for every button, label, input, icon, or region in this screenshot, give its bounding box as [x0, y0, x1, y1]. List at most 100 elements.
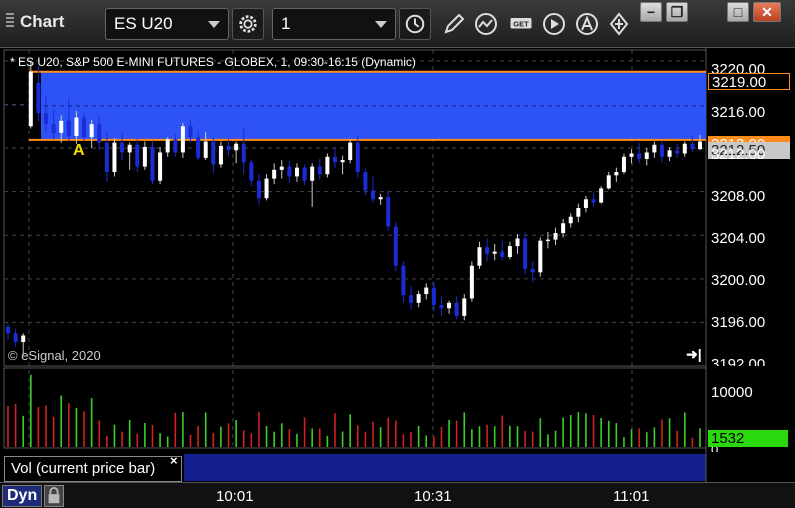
- candle-body: [66, 120, 71, 137]
- candle-body: [591, 199, 596, 203]
- candle-body: [409, 295, 414, 303]
- candle-body: [401, 265, 406, 296]
- candle-body: [644, 152, 649, 159]
- candle-body: [310, 166, 315, 181]
- candle-body: [545, 239, 550, 242]
- window-maximize-button[interactable]: □: [727, 2, 749, 22]
- interval-combo[interactable]: 1: [272, 8, 396, 40]
- alert-marker[interactable]: A: [73, 142, 85, 160]
- candle-body: [89, 124, 94, 138]
- candle-body: [82, 117, 87, 138]
- alert-icon: [576, 13, 598, 35]
- candle-body: [203, 141, 208, 158]
- price-axis-label: 3204.00: [711, 230, 766, 247]
- candle-body: [682, 143, 687, 154]
- window-restore-button[interactable]: ❐: [666, 2, 688, 22]
- candle-body: [211, 141, 216, 165]
- candle-body: [13, 333, 18, 343]
- chart-canvas[interactable]: [0, 48, 795, 482]
- candle-body: [553, 233, 558, 240]
- symbol-combo[interactable]: ES U20: [105, 8, 229, 40]
- gear-icon: [239, 15, 257, 33]
- candle-body: [21, 335, 26, 343]
- window-menu-icon: −: [646, 4, 656, 20]
- candle-body: [325, 156, 330, 175]
- candle-body: [629, 153, 634, 157]
- candle-body: [606, 175, 611, 189]
- candle-body: [583, 199, 588, 208]
- candle-body: [469, 265, 474, 299]
- candle-body: [294, 167, 299, 177]
- candle-body: [637, 153, 642, 159]
- price-axis-label: 3200.00: [711, 272, 766, 289]
- candle-body: [431, 287, 436, 305]
- time-axis-label: 11:01: [613, 488, 650, 505]
- candle-body: [302, 167, 307, 181]
- candle-body: [264, 178, 269, 199]
- window-menu-button[interactable]: −: [640, 2, 662, 22]
- pencil-icon: [444, 13, 465, 34]
- link-button[interactable]: [605, 10, 633, 38]
- candle-body: [234, 143, 239, 151]
- scroll-to-end-icon[interactable]: ➜|: [686, 346, 702, 363]
- study-menu-button[interactable]: [472, 10, 500, 38]
- app-title: Chart: [6, 12, 64, 32]
- candle-body: [287, 166, 292, 177]
- play-icon: [543, 13, 565, 35]
- candle-body: [568, 216, 573, 224]
- upper-level-tag: 3219.00: [708, 73, 790, 91]
- candle-body: [142, 146, 147, 167]
- candle-body: [150, 146, 155, 181]
- candle-body: [538, 240, 543, 273]
- dynamic-mode-button[interactable]: Dyn: [2, 485, 43, 507]
- candle-body: [272, 169, 277, 179]
- price-axis-label: 3208.00: [711, 188, 766, 205]
- grip-icon[interactable]: [6, 13, 14, 29]
- get-data-button[interactable]: GET: [505, 10, 537, 38]
- candle-body: [279, 166, 284, 170]
- price-axis-label: 3196.00: [711, 314, 766, 331]
- copyright-text: © eSignal, 2020: [8, 348, 101, 363]
- volume-tag: 1532: [708, 430, 788, 447]
- candle-body: [59, 120, 64, 133]
- candle-body: [226, 145, 231, 151]
- candle-body: [256, 180, 261, 199]
- candle-body: [363, 172, 368, 191]
- volume-axis-label: 10000: [711, 384, 753, 401]
- candle-body: [659, 144, 664, 157]
- candle-body: [698, 141, 702, 150]
- candle-body: [439, 304, 444, 309]
- candle-body: [332, 156, 337, 163]
- time-axis-label: 10:01: [216, 488, 254, 505]
- play-button[interactable]: [540, 10, 568, 38]
- candle-body: [621, 156, 626, 173]
- lock-icon[interactable]: [44, 485, 64, 507]
- draw-tool-button[interactable]: [440, 10, 468, 38]
- candle-body: [561, 223, 566, 234]
- study-chart-icon: [475, 13, 497, 35]
- alert-button[interactable]: [573, 10, 601, 38]
- candle-body: [173, 139, 178, 153]
- candle-body: [416, 294, 421, 303]
- candle-body: [355, 142, 360, 173]
- candle-body: [690, 143, 695, 150]
- candle-body: [127, 144, 132, 153]
- candle-body: [249, 162, 254, 181]
- candle-body: [120, 142, 125, 153]
- symbol-settings-button[interactable]: [232, 8, 264, 40]
- window-close-button[interactable]: ✕: [753, 2, 781, 22]
- close-icon[interactable]: ×: [170, 453, 178, 468]
- candle-body: [165, 139, 170, 153]
- maximize-icon: □: [733, 4, 743, 20]
- candle-body: [241, 143, 246, 163]
- interval-clock-button[interactable]: [399, 8, 431, 40]
- candle-body: [44, 113, 49, 125]
- volume-pane-footer: [184, 454, 706, 481]
- restore-icon: ❐: [670, 4, 684, 20]
- candle-body: [447, 302, 452, 309]
- volume-pane-label[interactable]: Vol (current price bar): [4, 456, 182, 482]
- candle-body: [196, 137, 201, 158]
- candle-body: [424, 287, 429, 295]
- link-arrows-icon: [609, 12, 629, 36]
- candle-body: [393, 226, 398, 266]
